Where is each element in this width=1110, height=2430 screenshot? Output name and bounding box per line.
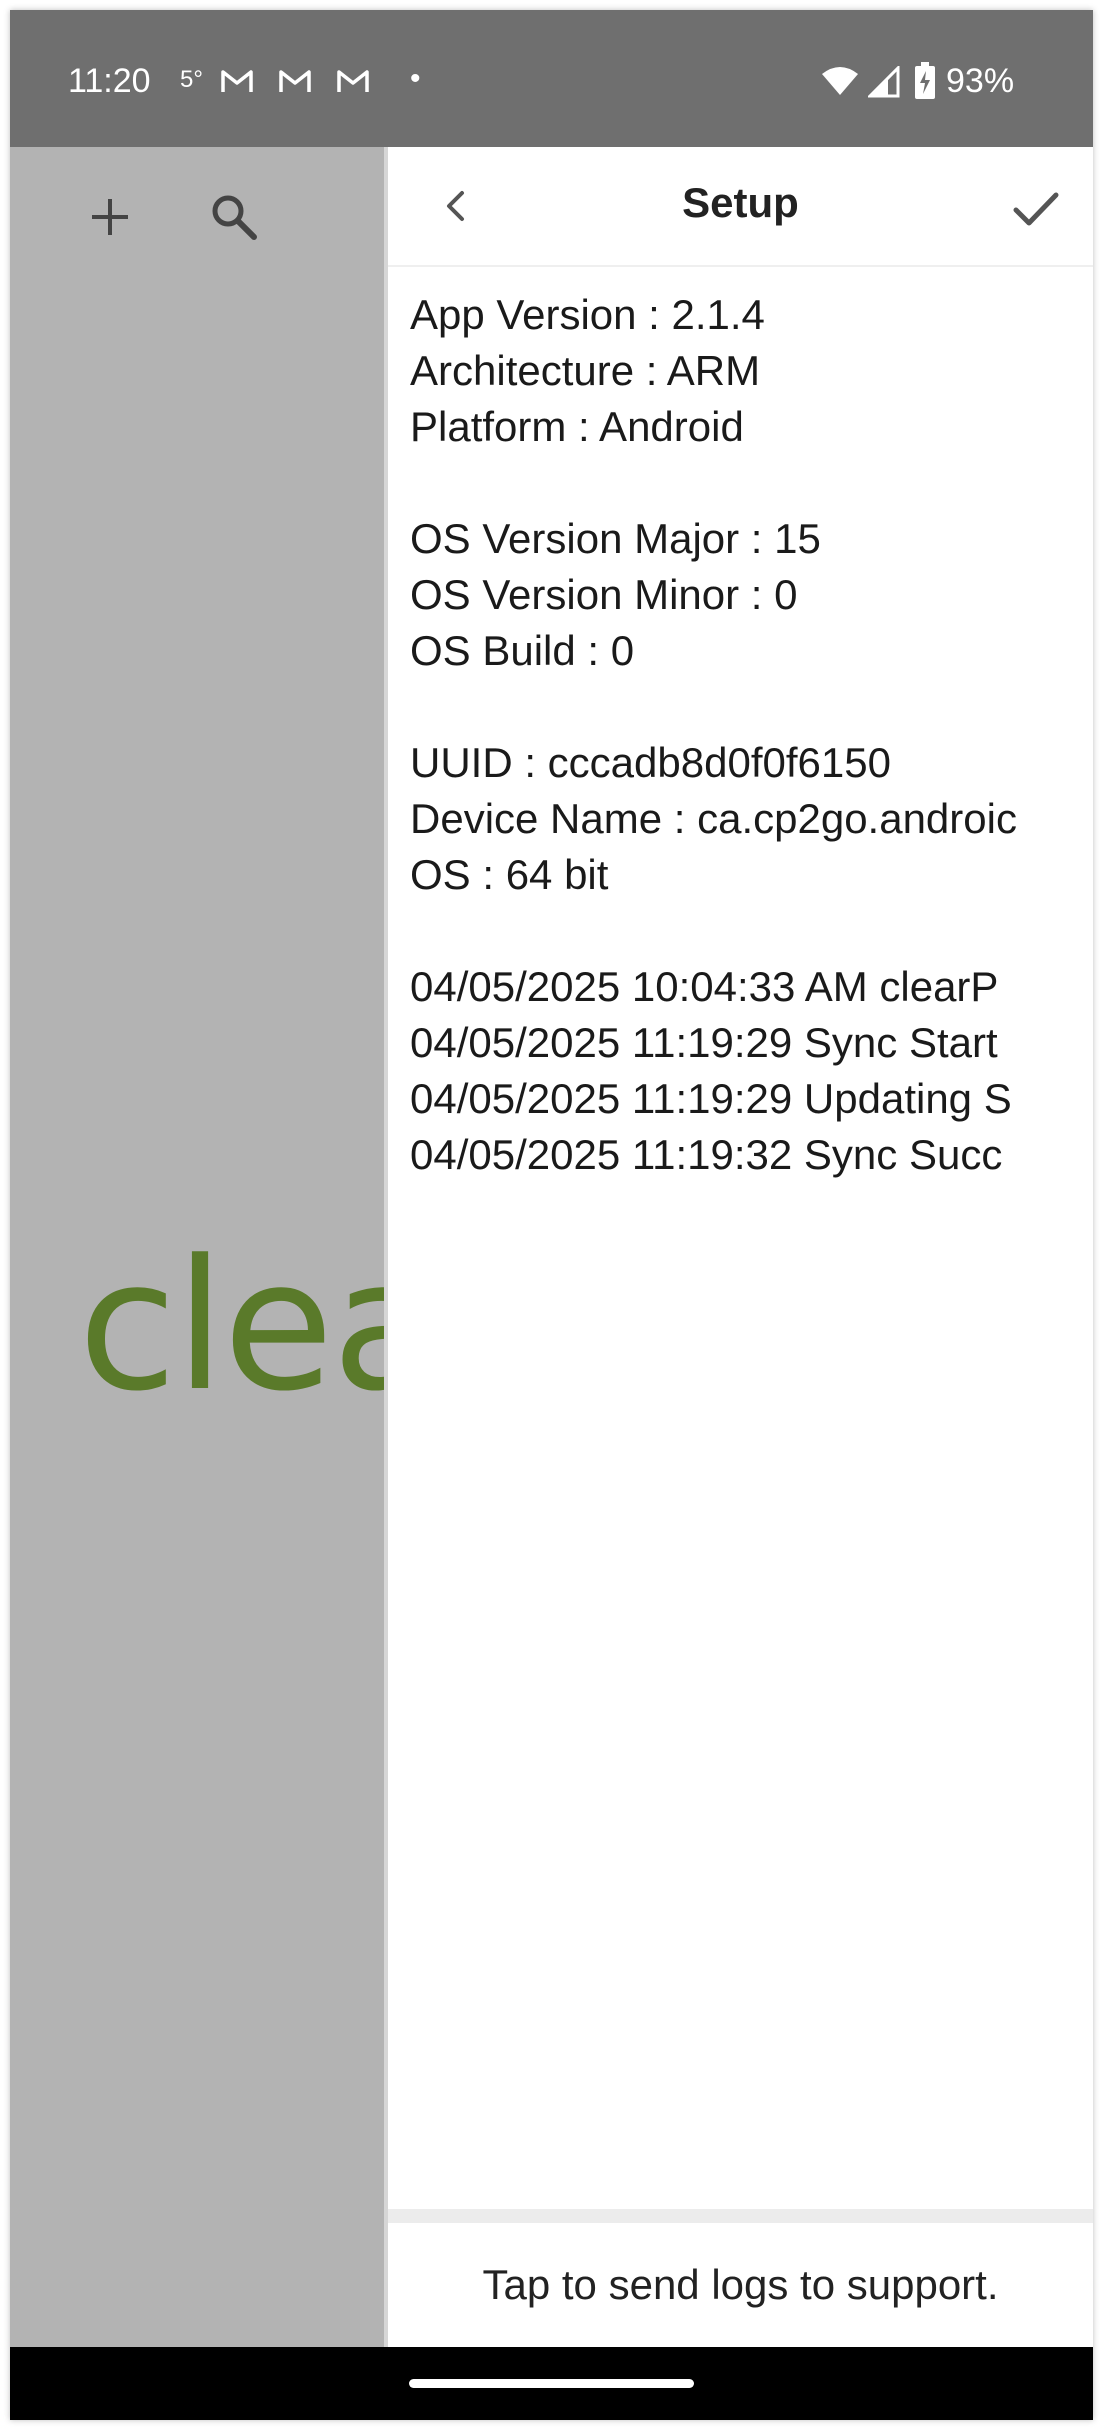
battery-charging-icon [915,62,935,99]
home-gesture-handle[interactable] [409,2379,694,2388]
battery-percent: 93% [946,62,1015,100]
device-name: Device Name : ca.cp2go.androic [410,795,1017,842]
device-info-text: App Version : 2.1.4 Architecture : ARM P… [410,287,1070,1183]
log-entry: 04/05/2025 11:19:29 Updating S [410,1075,1012,1122]
os-version-minor: OS Version Minor : 0 [410,571,798,618]
setup-panel: Setup App Version : 2.1.4 Architecture :… [388,147,1093,2347]
search-icon[interactable] [208,191,260,243]
checkmark-icon[interactable] [1010,183,1062,235]
send-logs-button[interactable]: Tap to send logs to support. [388,2223,1093,2347]
os-build: OS Build : 0 [410,627,635,674]
setup-header: Setup [388,147,1093,267]
architecture: Architecture : ARM [410,347,761,394]
status-dot: • [410,62,421,95]
signal-icon [868,66,900,98]
setup-title: Setup [682,179,799,226]
log-entry: 04/05/2025 11:19:32 Sync Succ [410,1131,1003,1178]
device-screen: 11:20 5° • 93% clea Setup App Version: … [10,10,1093,2420]
app-version: App Version : 2.1.4 [410,291,765,338]
platform: Platform : Android [410,403,744,450]
uuid: UUID : cccadb8d0f0f6150 [410,739,891,786]
gmail-icon [221,70,253,92]
os-bits: OS : 64 bit [410,851,609,898]
navigation-bar [10,2347,1093,2420]
gmail-icon [337,70,369,92]
footer-separator [388,2209,1093,2223]
status-temperature: 5° [180,66,203,93]
os-version-major: OS Version Major : 15 [410,515,821,562]
log-entry: 04/05/2025 10:04:33 AM clearP [410,963,999,1010]
status-bar: 11:20 5° • 93% [10,10,1093,147]
add-icon[interactable] [88,195,132,239]
gmail-icon [279,70,311,92]
wifi-icon [822,67,858,95]
background-app-pane: clea [10,147,442,2347]
status-time: 11:20 [68,62,151,100]
log-entry: 04/05/2025 11:19:29 Sync Start [410,1019,998,1066]
